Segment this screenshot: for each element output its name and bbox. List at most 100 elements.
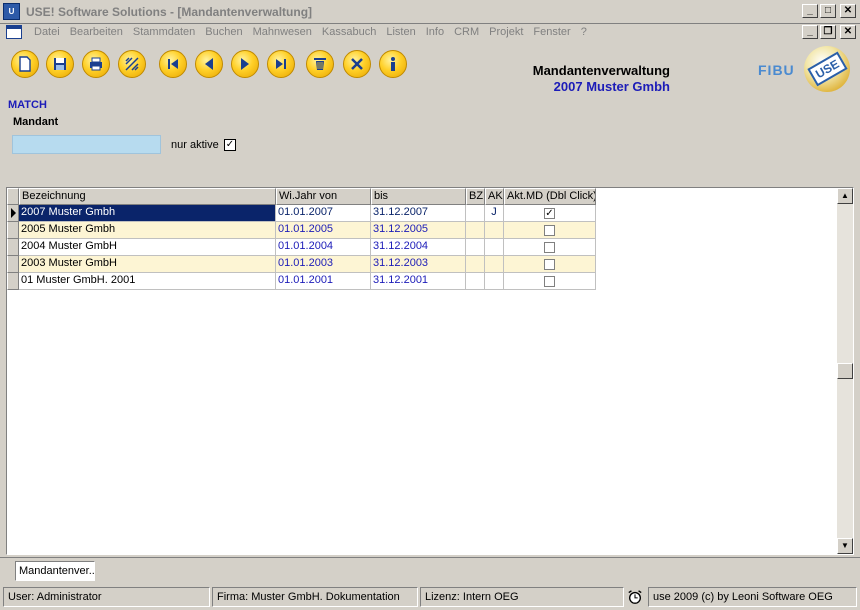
save-icon[interactable] [46,50,74,78]
cell-akt-md[interactable]: ✓ [504,205,596,222]
mdi-restore-icon[interactable]: ❐ [820,25,836,39]
column-ak[interactable]: AK [485,188,504,205]
previous-record-icon[interactable] [195,50,223,78]
cell-bis[interactable]: 31.12.2007 [371,205,466,222]
row-indicator[interactable] [7,239,19,256]
cell-akt-md[interactable] [504,256,596,273]
column-akt-md[interactable]: Akt.MD (Dbl Click) [504,188,596,205]
row-indicator[interactable] [7,256,19,273]
cell-bezeichnung[interactable]: 2005 Muster Gmbh [19,222,276,239]
next-record-icon[interactable] [231,50,259,78]
menu-item-kassabuch[interactable]: Kassabuch [317,26,381,38]
cell-akt-md[interactable] [504,222,596,239]
cell-wijahr-von[interactable]: 01.01.2003 [276,256,371,273]
cell-bz[interactable] [466,256,485,273]
nur-aktive-label: nur aktive [171,139,219,151]
menu-item-stammdaten[interactable]: Stammdaten [128,26,200,38]
column-bezeichnung[interactable]: Bezeichnung [19,188,276,205]
logo-text: USE [806,51,848,87]
use-app-icon[interactable]: U [3,3,20,20]
akt-md-checkbox[interactable] [544,259,555,270]
cell-ak[interactable]: J [485,205,504,222]
column-bz[interactable]: BZ [466,188,485,205]
close-icon[interactable]: ✕ [840,4,856,18]
cell-bis[interactable]: 31.12.2005 [371,222,466,239]
new-document-icon[interactable] [11,50,39,78]
akt-md-checkbox[interactable] [544,276,555,287]
status-user: User: Administrator [3,587,210,607]
cell-akt-md[interactable] [504,239,596,256]
column-bis[interactable]: bis [371,188,466,205]
cell-bz[interactable] [466,222,485,239]
cell-wijahr-von[interactable]: 01.01.2001 [276,273,371,290]
delete-icon[interactable] [306,50,334,78]
mdi-document-icon[interactable] [6,25,22,39]
cell-bezeichnung[interactable]: 2004 Muster GmbH [19,239,276,256]
menu-items: Datei Bearbeiten Stammdaten Buchen Mahnwesen… [29,26,592,38]
cell-ak[interactable] [485,239,504,256]
table-row[interactable]: 01 Muster GmbH. 2001 01.01.2001 31.12.2001 [7,273,596,290]
info-icon[interactable] [379,50,407,78]
first-record-icon[interactable] [159,50,187,78]
column-wijahr-von[interactable]: Wi.Jahr von [276,188,371,205]
row-indicator[interactable] [7,273,19,290]
cell-wijahr-von[interactable]: 01.01.2004 [276,239,371,256]
mdi-minimize-icon[interactable]: _ [802,25,818,39]
cell-bz[interactable] [466,273,485,290]
row-indicator[interactable] [7,205,19,222]
vertical-scrollbar[interactable]: ▲ ▼ [837,188,853,554]
menu-item-crm[interactable]: CRM [449,26,484,38]
cell-wijahr-von[interactable]: 01.01.2005 [276,222,371,239]
window-tab-mandantenverwaltung[interactable]: Mandantenver... [15,561,95,581]
menu-item-fenster[interactable]: Fenster [528,26,575,38]
cell-bz[interactable] [466,239,485,256]
search-beam-icon[interactable] [118,50,146,78]
cell-bis[interactable]: 31.12.2004 [371,239,466,256]
akt-md-checkbox[interactable] [544,225,555,236]
cell-bezeichnung[interactable]: 01 Muster GmbH. 2001 [19,273,276,290]
menu-item-mahnwesen[interactable]: Mahnwesen [248,26,317,38]
table-row[interactable]: 2004 Muster GmbH 01.01.2004 31.12.2004 [7,239,596,256]
window-tabbar: Mandantenver... [0,557,860,583]
cell-ak[interactable] [485,273,504,290]
table-row[interactable]: 2003 Muster GmbH 01.01.2003 31.12.2003 [7,256,596,273]
alarm-clock-icon[interactable] [626,588,644,606]
mandant-input[interactable] [12,135,161,154]
last-record-icon[interactable] [267,50,295,78]
row-indicator[interactable] [7,222,19,239]
match-label: MATCH [8,99,47,111]
cell-bis[interactable]: 31.12.2001 [371,273,466,290]
cell-bis[interactable]: 31.12.2003 [371,256,466,273]
cell-ak[interactable] [485,256,504,273]
header-indicator [7,188,19,205]
akt-md-checkbox[interactable]: ✓ [544,208,555,219]
cell-bz[interactable] [466,205,485,222]
close-x-icon[interactable] [343,50,371,78]
cell-bezeichnung[interactable]: 2007 Muster Gmbh [19,205,276,222]
mandant-grid: Bezeichnung Wi.Jahr von bis BZ AK Akt.MD… [6,187,854,555]
print-icon[interactable] [82,50,110,78]
scroll-thumb[interactable] [837,363,853,379]
menu-item-info[interactable]: Info [421,26,449,38]
menu-item-datei[interactable]: Datei [29,26,65,38]
mdi-close-icon[interactable]: ✕ [840,25,856,39]
menu-item-bearbeiten[interactable]: Bearbeiten [65,26,128,38]
mandant-label: Mandant [13,116,59,128]
akt-md-checkbox[interactable] [544,242,555,253]
scroll-down-icon[interactable]: ▼ [837,538,853,554]
nur-aktive-checkbox[interactable]: ✓ [224,139,236,151]
scroll-up-icon[interactable]: ▲ [837,188,853,204]
cell-ak[interactable] [485,222,504,239]
page-title: Mandantenverwaltung [532,63,670,78]
menu-item-buchen[interactable]: Buchen [200,26,247,38]
maximize-icon[interactable]: □ [820,4,836,18]
menu-item-projekt[interactable]: Projekt [484,26,528,38]
cell-bezeichnung[interactable]: 2003 Muster GmbH [19,256,276,273]
table-row[interactable]: 2005 Muster Gmbh 01.01.2005 31.12.2005 [7,222,596,239]
table-row[interactable]: 2007 Muster Gmbh 01.01.2007 31.12.2007 J ✓ [7,205,596,222]
menu-item-help[interactable]: ? [576,26,592,38]
minimize-icon[interactable]: _ [802,4,818,18]
cell-akt-md[interactable] [504,273,596,290]
menu-item-listen[interactable]: Listen [381,26,420,38]
cell-wijahr-von[interactable]: 01.01.2007 [276,205,371,222]
